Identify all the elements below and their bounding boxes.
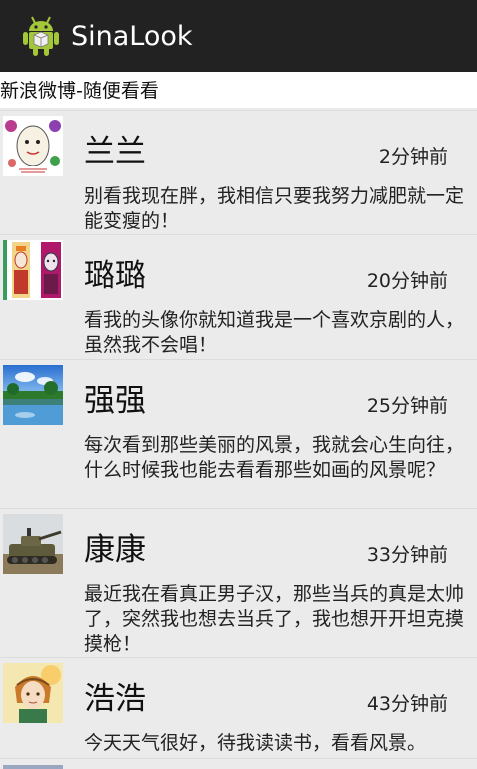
- post-time: 20分钟前: [366, 270, 448, 292]
- post-text: 最近我在看真正男子汉，那些当兵的真是太帅了，突然我也想去当兵了，我也想开开坦克摸…: [84, 583, 465, 655]
- peking-opera-avatar: [3, 240, 63, 300]
- list-item[interactable]: 强强 25分钟前 每次看到那些美丽的风景，我就会心生向往，什么时候我也能去看看那…: [0, 359, 477, 508]
- cartoon-egg-avatar: [3, 116, 63, 176]
- post-text: 看我的头像你就知道我是一个喜欢京剧的人，虽然我不会唱！: [84, 309, 465, 356]
- post-time: 2分钟前: [378, 146, 448, 168]
- list-item[interactable]: 康康 33分钟前 最近我在看真正男子汉，那些当兵的真是太帅了，突然我也想去当兵了…: [0, 508, 477, 657]
- post-time: 43分钟前: [366, 693, 448, 715]
- user-name: 璐璐: [84, 258, 146, 294]
- post-time: 33分钟前: [366, 544, 448, 566]
- android-robot-icon[interactable]: [21, 14, 61, 58]
- subtitle: 新浪微博-随便看看: [0, 80, 159, 102]
- post-text: 今天天气很好，待我读读书，看看风景。: [84, 732, 427, 754]
- action-bar: SinaLook: [0, 0, 477, 72]
- subtitle-bar: 新浪微博-随便看看: [0, 72, 477, 108]
- post-time: 25分钟前: [366, 395, 448, 417]
- tank-avatar: [3, 514, 63, 574]
- user-name: 浩浩: [84, 681, 146, 717]
- list-item[interactable]: [0, 758, 477, 769]
- anime-character-avatar: [3, 663, 63, 723]
- list-item[interactable]: 浩浩 43分钟前 今天天气很好，待我读读书，看看风景。: [0, 657, 477, 758]
- landscape-avatar: [3, 365, 63, 425]
- user-name: 兰兰: [84, 134, 146, 170]
- post-text: 别看我现在胖，我相信只要我努力减肥就一定能变瘦的！: [84, 185, 465, 232]
- app-title: SinaLook: [71, 20, 193, 52]
- list-item[interactable]: 璐璐 20分钟前 看我的头像你就知道我是一个喜欢京剧的人，虽然我不会唱！: [0, 234, 477, 359]
- next-avatar-edge: [3, 765, 63, 769]
- post-text: 每次看到那些美丽的风景，我就会心生向往，什么时候我也能去看看那些如画的风景呢？: [84, 434, 465, 481]
- list-item[interactable]: 兰兰 2分钟前 别看我现在胖，我相信只要我努力减肥就一定能变瘦的！: [0, 110, 477, 234]
- user-name: 强强: [84, 383, 146, 419]
- user-name: 康康: [84, 532, 146, 568]
